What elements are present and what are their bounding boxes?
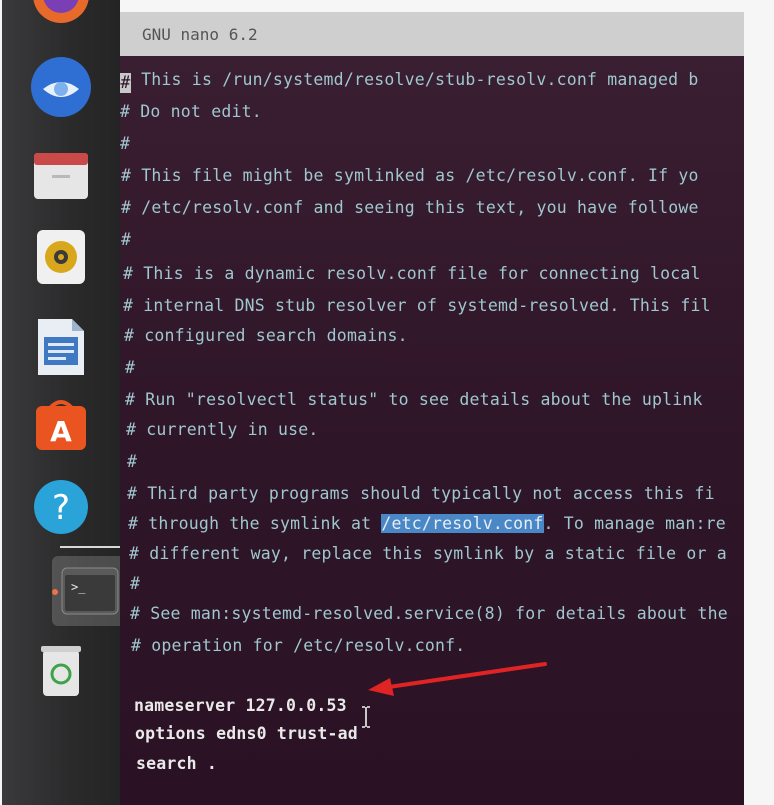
- file-line-14: # Third party programs should typically …: [127, 484, 715, 503]
- red-arrow-annotation: [368, 662, 547, 696]
- file-line-18: # See man:systemd-resolved.service(8) fo…: [130, 604, 728, 623]
- thunderbird-launcher[interactable]: [2, 52, 120, 122]
- file-line-8: # internal DNS stub resolver of systemd-…: [123, 296, 711, 315]
- dock-separator: [60, 546, 120, 548]
- file-line-19: # operation for /etc/resolv.conf.: [131, 636, 466, 655]
- libreoffice-writer-icon: [38, 319, 84, 375]
- file-line-5: # /etc/resolv.conf and seeing this text,…: [121, 198, 699, 217]
- file-line-4: # This file might be symlinked as /etc/r…: [121, 166, 699, 185]
- file-line-11: # Run "resolvectl status" to see details…: [125, 390, 703, 409]
- text-cursor: #: [120, 73, 131, 93]
- svg-text:?: ?: [52, 488, 70, 528]
- firefox-icon: [33, 0, 89, 23]
- file-line-12: # currently in use.: [126, 420, 319, 439]
- svg-text:>_: >_: [71, 580, 86, 594]
- files-launcher[interactable]: [2, 140, 120, 210]
- svg-text:A: A: [50, 415, 72, 448]
- files-icon: [34, 153, 88, 199]
- file-line-16: # different way, replace this symlink by…: [129, 544, 727, 563]
- file-line-15: # through the symlink at /etc/resolv.con…: [128, 514, 726, 533]
- file-line-3: #: [120, 134, 131, 153]
- terminal-icon: >_: [61, 567, 119, 615]
- app-center-launcher[interactable]: A: [2, 390, 120, 460]
- file-line-7: # This is a dynamic resolv.conf file for…: [123, 264, 701, 283]
- rhythmbox-icon: [37, 230, 85, 284]
- selected-text: /etc/resolv.conf: [381, 514, 544, 533]
- options-line: options edns0 trust-ad: [135, 724, 358, 743]
- app-center-icon: A: [36, 400, 86, 450]
- firefox-launcher[interactable]: [2, 0, 120, 30]
- file-line-10: #: [125, 358, 136, 377]
- terminal-launcher[interactable]: >_: [52, 556, 128, 626]
- file-line-6: #: [121, 230, 132, 249]
- nameserver-line: nameserver 127.0.0.53: [134, 696, 347, 715]
- help-launcher[interactable]: ?: [2, 472, 120, 542]
- rhythmbox-launcher[interactable]: [2, 222, 120, 292]
- ibeam-cursor-icon: [362, 706, 370, 728]
- help-icon: ?: [34, 480, 88, 534]
- file-line-17: #: [130, 574, 141, 593]
- trash-icon: [41, 646, 81, 696]
- nano-title-bar: GNU nano 6.2: [120, 12, 744, 56]
- ubuntu-dock: A ? >_: [2, 0, 128, 805]
- nano-version-title: GNU nano 6.2: [142, 24, 258, 44]
- search-line: search .: [136, 754, 218, 773]
- file-line-2: # Do not edit.: [120, 102, 262, 121]
- trash-launcher[interactable]: [2, 636, 120, 706]
- writer-launcher[interactable]: [2, 312, 120, 382]
- file-line-13: #: [127, 452, 138, 471]
- thunderbird-icon: [31, 57, 91, 117]
- file-line-9: # configured search domains.: [124, 326, 408, 345]
- file-line-1: # This is /run/systemd/resolve/stub-reso…: [120, 70, 699, 93]
